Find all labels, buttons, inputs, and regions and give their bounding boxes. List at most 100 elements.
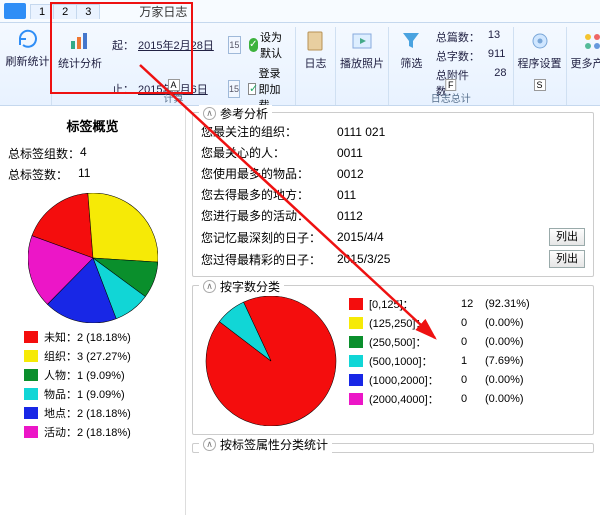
swatch-icon [24, 388, 38, 400]
reference-key: 您去得最多的地方： [201, 186, 337, 203]
legend-range: (1000,2000]： [369, 372, 455, 388]
tag-groups-value: 4 [80, 145, 87, 162]
settings-shortcut: S [534, 79, 546, 91]
wordcount-title: 按字数分类 [220, 278, 280, 295]
left-panel: 标签概览 总标签组数：4 总标签数：11 未知：2 (18.18%)组织：3 (… [0, 106, 185, 515]
total-chars-value: 911 [488, 48, 506, 64]
legend-label: 活动：2 (18.18%) [44, 424, 131, 440]
total-entries-value: 13 [488, 29, 500, 45]
diary-label: 日志 [305, 55, 327, 71]
tab-2[interactable]: 2 [53, 4, 77, 19]
list-button[interactable]: 列出 [549, 228, 585, 246]
reference-row: 您进行最多的活动：0112 [201, 207, 585, 224]
tag-attr-title: 按标签属性分类统计 [220, 436, 328, 453]
legend-label: 人物：1 (9.09%) [44, 367, 125, 383]
legend-label: 未知：2 (18.18%) [44, 329, 131, 345]
legend-count: 0 [461, 336, 479, 348]
chart-icon [66, 29, 94, 53]
tag-pie-chart [28, 193, 158, 323]
legend-range: (250,500]： [369, 334, 455, 350]
legend-pct: (7.69%) [485, 355, 524, 367]
date-from-label: 起： [112, 37, 134, 53]
date-from-field[interactable]: 2015年2月28日 [138, 37, 224, 53]
legend-pct: (0.00%) [485, 336, 524, 348]
reference-key: 您最关心的人： [201, 144, 337, 161]
legend-range: (500,1000]： [369, 353, 455, 369]
swatch-icon [349, 336, 363, 348]
legend-range: [0,125]： [369, 296, 455, 312]
reference-row: 您过得最精彩的日子：2015/3/25列出 [201, 250, 585, 268]
analysis-button[interactable]: 统计分析 A [58, 27, 102, 71]
swatch-icon [349, 374, 363, 386]
funnel-icon [397, 29, 425, 53]
more-button[interactable]: 更多产品 [573, 27, 600, 71]
ribbon-group-totals: 日志总计 [389, 90, 513, 105]
reference-title: 参考分析 [220, 105, 268, 122]
total-entries-label: 总篇数： [436, 29, 482, 45]
settings-label: 程序设置 [518, 55, 562, 71]
tab-1[interactable]: 1 [30, 4, 54, 19]
swatch-icon [349, 317, 363, 329]
reference-value: 0111 021 [337, 125, 417, 139]
list-button[interactable]: 列出 [549, 250, 585, 268]
swatch-icon [24, 426, 38, 438]
tag-attr-section: ∧按标签属性分类统计 [192, 443, 594, 453]
reference-value: 0012 [337, 167, 417, 181]
reference-value: 2015/3/25 [337, 252, 417, 266]
legend-count: 0 [461, 393, 479, 405]
tab-3[interactable]: 3 [76, 4, 100, 19]
legend-item: 组织：3 (27.27%) [24, 348, 177, 364]
legend-count: 0 [461, 374, 479, 386]
calendar-from-button[interactable]: 15 [228, 36, 241, 54]
window-tabstrip: 1 2 3 万家日志 [0, 0, 600, 22]
ribbon: 刷新统计 统计分析 A 起： 2015年2月28日 15 [0, 22, 600, 106]
legend-label: 物品：1 (9.09%) [44, 386, 125, 402]
right-panel: ∧参考分析 您最关注的组织：0111 021您最关心的人：0011您使用最多的物… [185, 106, 600, 515]
legend-item: 活动：2 (18.18%) [24, 424, 177, 440]
reference-key: 您进行最多的活动： [201, 207, 337, 224]
legend-label: 地点：2 (18.18%) [44, 405, 131, 421]
legend-count: 1 [461, 355, 479, 367]
legend-count: 12 [461, 298, 479, 310]
grid-icon [579, 29, 600, 53]
set-default-label: 设为默认 [260, 29, 289, 61]
tag-count-label: 总标签数： [8, 166, 78, 183]
legend-item: [0,125]： 12 (92.31%) [349, 296, 530, 312]
reference-row: 您记忆最深刻的日子：2015/4/4 列出 [201, 228, 585, 246]
legend-item: (250,500]： 0 (0.00%) [349, 334, 530, 350]
legend-pct: (92.31%) [485, 298, 530, 310]
legend-item: (125,250]：0(0.00%) [349, 315, 530, 331]
collapse-icon[interactable]: ∧ [203, 280, 216, 293]
photo-button[interactable]: 播放照片 [342, 27, 382, 71]
collapse-icon[interactable]: ∧ [203, 438, 216, 451]
legend-item: 物品：1 (9.09%) [24, 386, 177, 402]
photo-label: 播放照片 [340, 55, 384, 71]
set-default-button[interactable]: ✓ 设为默认 [249, 29, 289, 61]
reference-value: 2015/4/4 [337, 230, 417, 244]
swatch-icon [24, 369, 38, 381]
more-label: 更多产品 [571, 55, 600, 71]
collapse-icon[interactable]: ∧ [203, 107, 216, 120]
check-icon: ✓ [249, 38, 258, 52]
diary-button[interactable]: 日志 [296, 27, 336, 71]
reference-key: 您使用最多的物品： [201, 165, 337, 182]
legend-label: 组织：3 (27.27%) [44, 348, 131, 364]
app-icon [4, 3, 26, 19]
filter-button[interactable]: 筛选 F [395, 27, 428, 99]
swatch-icon [349, 355, 363, 367]
swatch-icon [24, 331, 38, 343]
reference-key: 您记忆最深刻的日子： [201, 229, 337, 246]
legend-item: (500,1000]： 1 (7.69%) [349, 353, 530, 369]
total-chars-label: 总字数： [436, 48, 482, 64]
legend-pct: (0.00%) [485, 317, 524, 329]
refresh-button[interactable]: 刷新统计 [8, 27, 48, 69]
reference-key: 您最关注的组织： [201, 123, 337, 140]
wordcount-pie-chart [201, 296, 341, 426]
legend-item: (2000,4000]：0(0.00%) [349, 391, 530, 407]
swatch-icon [349, 393, 363, 405]
tag-count-value: 11 [78, 166, 90, 183]
legend-item: (1000,2000]：0(0.00%) [349, 372, 530, 388]
app-title: 万家日志 [139, 3, 187, 20]
legend-count: 0 [461, 317, 479, 329]
settings-button[interactable]: 程序设置 S [520, 27, 560, 71]
